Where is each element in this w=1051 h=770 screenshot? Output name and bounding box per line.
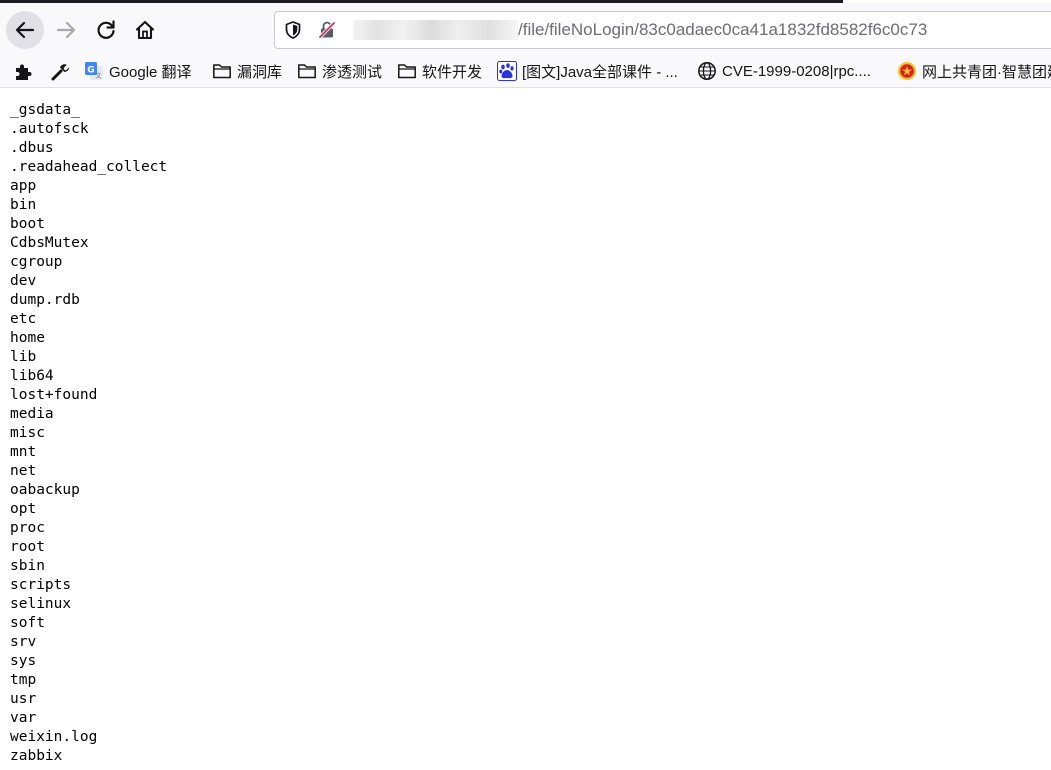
bookmark-label: 漏洞库 bbox=[237, 63, 283, 81]
directory-listing: _gsdata_ .autofsck .dbus .readahead_collect… bbox=[10, 101, 167, 766]
directory-entry: proc bbox=[10, 520, 45, 536]
bookmark-cve-1999-0208[interactable]: CVE-1999-0208|rpc.... bbox=[697, 59, 871, 83]
directory-entry: usr bbox=[10, 691, 37, 707]
directory-entry: sys bbox=[10, 653, 37, 669]
folder-icon bbox=[297, 61, 317, 81]
bookmark-label: [图文]Java全部课件 - ... bbox=[522, 63, 678, 81]
arrow-left-icon bbox=[15, 21, 35, 39]
bookmark-label: 渗透测试 bbox=[322, 63, 383, 81]
directory-entry: oabackup bbox=[10, 482, 80, 498]
directory-entry: scripts bbox=[10, 577, 72, 593]
bookmark-label: CVE-1999-0208|rpc.... bbox=[722, 62, 871, 80]
directory-entry: srv bbox=[10, 634, 37, 650]
directory-entry: bin bbox=[10, 197, 37, 213]
directory-entry: opt bbox=[10, 501, 37, 517]
directory-entry: sbin bbox=[10, 558, 45, 574]
directory-entry: tmp bbox=[10, 672, 37, 688]
directory-entry: .dbus bbox=[10, 140, 54, 156]
arrow-right-icon bbox=[56, 21, 76, 39]
directory-entry: .readahead_collect bbox=[10, 159, 168, 175]
google-translate-icon: G 文 bbox=[84, 61, 104, 81]
folder-icon bbox=[212, 61, 232, 81]
svg-text:文: 文 bbox=[95, 72, 101, 80]
bookmark-label: 网上共青团·智慧团建 bbox=[922, 63, 1051, 81]
directory-entry: net bbox=[10, 463, 37, 479]
directory-entry: .autofsck bbox=[10, 121, 89, 137]
forward-button[interactable] bbox=[48, 12, 84, 48]
reload-icon bbox=[97, 20, 115, 39]
bookmark-youth-league[interactable]: 网上共青团·智慧团建 bbox=[897, 59, 1051, 83]
home-button[interactable] bbox=[127, 12, 163, 48]
bookmark-folder-vuln-db[interactable]: 漏洞库 bbox=[212, 59, 282, 83]
bookmark-folder-pentest[interactable]: 渗透测试 bbox=[297, 59, 382, 83]
globe-icon bbox=[697, 61, 717, 81]
directory-entry: var bbox=[10, 710, 37, 726]
directory-entry: etc bbox=[10, 311, 37, 327]
redacted-hostname bbox=[353, 20, 518, 40]
puzzle-piece-icon bbox=[16, 64, 32, 80]
directory-entry: lib64 bbox=[10, 368, 54, 384]
directory-entry: lost+found bbox=[10, 387, 98, 403]
bookmarks-toolbar: G 文 Google 翻译 漏洞库 渗透测试 软件开发 [图文]Java全部课件… bbox=[0, 54, 1051, 88]
directory-entry: CdbsMutex bbox=[10, 235, 89, 251]
tracking-protection-shield-icon[interactable] bbox=[283, 20, 303, 40]
directory-entry: _gsdata_ bbox=[10, 102, 80, 118]
directory-entry: weixin.log bbox=[10, 729, 98, 745]
developer-tools-button[interactable] bbox=[49, 61, 71, 83]
directory-entry: home bbox=[10, 330, 45, 346]
bookmark-label: 软件开发 bbox=[422, 63, 483, 81]
bookmark-label: Google 翻译 bbox=[109, 63, 192, 81]
directory-entry: misc bbox=[10, 425, 45, 441]
directory-entry: root bbox=[10, 539, 45, 555]
insecure-connection-lock-icon[interactable] bbox=[317, 20, 337, 40]
directory-entry: soft bbox=[10, 615, 45, 631]
wrench-icon bbox=[51, 64, 70, 81]
navigation-toolbar: /file/fileNoLogin/83c0adaec0ca41a1832fd8… bbox=[0, 3, 1051, 54]
folder-icon bbox=[397, 61, 417, 81]
bookmark-folder-software-dev[interactable]: 软件开发 bbox=[397, 59, 482, 83]
directory-entry: zabbix bbox=[10, 748, 63, 764]
back-button[interactable] bbox=[6, 11, 44, 49]
directory-entry: mnt bbox=[10, 444, 37, 460]
bookmark-google-translate[interactable]: G 文 Google 翻译 bbox=[84, 59, 192, 83]
directory-entry: dump.rdb bbox=[10, 292, 80, 308]
home-icon bbox=[135, 20, 155, 40]
svg-text:G: G bbox=[87, 66, 94, 76]
directory-entry: lib bbox=[10, 349, 37, 365]
directory-entry: app bbox=[10, 178, 37, 194]
directory-entry: selinux bbox=[10, 596, 72, 612]
directory-entry: dev bbox=[10, 273, 37, 289]
page-content: _gsdata_ .autofsck .dbus .readahead_collect… bbox=[0, 88, 1051, 770]
extensions-button[interactable] bbox=[13, 61, 35, 83]
directory-entry: media bbox=[10, 406, 54, 422]
directory-entry: cgroup bbox=[10, 254, 63, 270]
address-bar[interactable]: /file/fileNoLogin/83c0adaec0ca41a1832fd8… bbox=[274, 11, 1051, 49]
url-path[interactable]: /file/fileNoLogin/83c0adaec0ca41a1832fd8… bbox=[518, 20, 927, 40]
bookmark-java-courseware[interactable]: [图文]Java全部课件 - ... bbox=[497, 59, 678, 83]
reload-button[interactable] bbox=[88, 12, 124, 48]
directory-entry: boot bbox=[10, 216, 45, 232]
youth-league-emblem-icon bbox=[897, 61, 917, 81]
baidu-paw-icon bbox=[497, 61, 517, 81]
